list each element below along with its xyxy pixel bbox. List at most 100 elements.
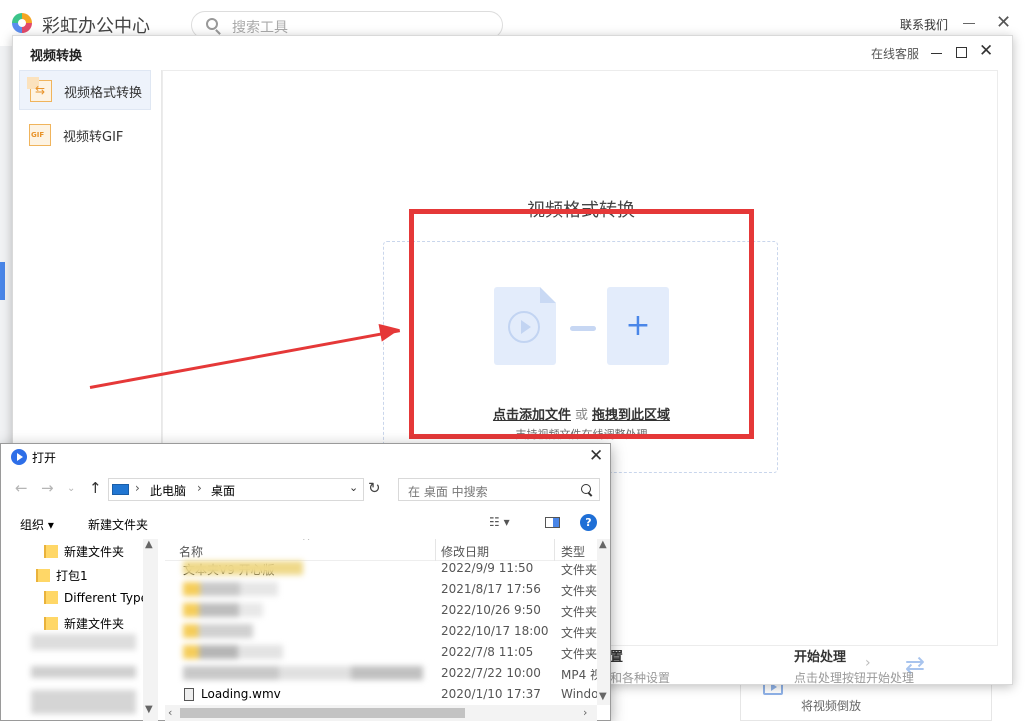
scroll-right-icon[interactable]: › [583,706,587,719]
scroll-down-icon[interactable]: ▼ [145,704,153,715]
file-date: 2022/7/22 10:00 [441,666,541,680]
tool-search-placeholder: 搜索工具 [232,20,288,36]
file-list-horizontal-scrollbar[interactable]: ‹ › [165,705,597,721]
scroll-left-icon[interactable]: ‹ [168,706,172,719]
tree-item[interactable]: 打包1 [36,567,88,584]
step-settings: 置 和各种设置 [610,646,670,686]
tree-item[interactable]: Different Type [44,591,148,605]
dialog-toolbar: 组织 ▾ 新建文件夹 ☷ ▾ ? [1,510,610,536]
app-close-button[interactable]: ✕ [996,14,1011,32]
annotation-highlight-box [409,209,754,439]
help-icon[interactable]: ? [580,514,597,531]
file-type: Windo [561,687,597,701]
preview-pane-icon[interactable] [545,517,560,528]
file-date: 2022/9/9 11:50 [441,561,534,575]
breadcrumb-separator: › [197,481,202,495]
sidebar-item-video-format[interactable]: 视频格式转换 [19,70,151,110]
sidebar-item-label: 视频转GIF [63,130,124,145]
contact-us-link[interactable]: 联系我们 [900,16,948,33]
breadcrumb-this-pc[interactable]: 此电脑 [150,482,186,499]
scroll-up-icon[interactable]: ▲ [145,539,153,550]
breadcrumb-desktop[interactable]: 桌面 [211,482,235,499]
scroll-down-icon[interactable]: ▼ [599,691,607,702]
tree-item-label: 新建文件夹 [64,617,125,631]
redacted-filename [183,624,253,638]
dialog-search-input[interactable]: 在 桌面 中搜索 [398,478,600,501]
redacted-filename [183,582,278,596]
step-title: 置 [610,650,624,665]
breadcrumb-separator: › [135,481,140,495]
file-date: 2022/10/26 9:50 [441,603,541,617]
dialog-search-placeholder: 在 桌面 中搜索 [408,485,488,499]
app-minimize-button[interactable] [963,23,975,24]
sort-ascending-icon: ^ [302,539,311,547]
refresh-icon[interactable]: ↻ [368,479,381,497]
step-start-processing: 开始处理 点击处理按钮开始处理 [794,646,914,686]
online-service-link[interactable]: 在线客服 [871,45,919,62]
step-title: 开始处理 [794,650,847,665]
redacted-filename [183,561,303,575]
gif-icon [29,124,51,146]
table-row[interactable]: Loading.wmv 2020/1/10 17:37 Windo [165,684,597,705]
file-name: Loading.wmv [201,687,281,701]
app-icon [11,449,27,465]
up-arrow-icon[interactable]: ↑ [89,479,102,497]
convert-icon [27,77,52,102]
file-date: 2022/7/8 11:05 [441,645,534,659]
computer-icon [112,484,129,495]
file-date: 2022/10/17 18:00 [441,624,549,638]
tree-item-label: Different Type [64,591,148,605]
file-date: 2020/1/10 17:37 [441,687,541,701]
new-folder-button[interactable]: 新建文件夹 [88,516,148,533]
folder-icon [44,617,58,630]
redacted-filename [183,603,263,617]
dialog-close-button[interactable]: ✕ [589,446,603,466]
file-type: 文件夹 [561,626,597,640]
reverse-video-label: 将视频倒放 [801,699,862,713]
open-file-dialog: 打开 ✕ ← → ⌄ ↑ › 此电脑 › 桌面 ⌄ ↻ 在 桌面 中搜索 组织 … [0,443,611,721]
window-title: 视频转换 [30,49,83,64]
organize-menu-button[interactable]: 组织 ▾ [20,516,54,533]
folder-tree: 新建文件夹 打包1 Different Type 新建文件夹 ▲ ▼ [1,539,159,721]
window-close-button[interactable]: ✕ [979,41,993,61]
search-icon [581,484,591,494]
window-minimize-button[interactable] [931,53,942,54]
folder-icon [44,591,58,604]
redacted-tree-items [31,634,136,714]
address-bar[interactable]: › 此电脑 › 桌面 ⌄ [108,478,364,501]
step-subtitle: 和各种设置 [610,671,671,685]
step-subtitle: 点击处理按钮开始处理 [794,671,915,685]
file-type: 文件夹 [561,584,597,598]
search-icon [206,18,218,30]
chevron-down-icon[interactable]: ⌄ [349,481,358,494]
wmv-file-icon [184,688,194,701]
tree-item-label: 新建文件夹 [64,545,125,559]
file-type: 文件夹 [561,563,597,577]
redacted-filename [183,645,283,659]
rainbow-logo-icon [12,13,32,33]
tree-item[interactable]: 新建文件夹 [44,543,124,560]
redacted-filename [183,666,423,680]
file-date: 2021/8/17 17:56 [441,582,541,596]
sidebar-item-video-gif[interactable]: 视频转GIF [19,115,151,155]
folder-icon [44,545,58,558]
tree-scrollbar[interactable]: ▲ ▼ [143,539,158,721]
dialog-navigation-bar: ← → ⌄ ↑ › 此电脑 › 桌面 ⌄ ↻ 在 桌面 中搜索 [1,476,610,504]
sidebar-item-label: 视频格式转换 [64,86,143,101]
file-list-vertical-scrollbar[interactable]: ▲ ▼ [597,539,610,705]
file-type: 文件夹 [561,605,597,619]
file-type: 文件夹 [561,647,597,661]
recent-locations-chevron-icon[interactable]: ⌄ [67,483,75,494]
folder-icon [36,569,50,582]
annotation-arrow-head [378,320,402,342]
scrollbar-thumb[interactable] [180,708,465,718]
view-options-icon[interactable]: ☷ ▾ [489,515,510,529]
app-sidebar-active-indicator [0,262,5,300]
dialog-titlebar: 打开 ✕ [1,444,610,470]
dialog-title: 打开 [32,451,57,465]
tree-item[interactable]: 新建文件夹 [44,615,124,632]
forward-arrow-icon[interactable]: → [41,479,54,497]
window-maximize-button[interactable] [956,47,967,58]
back-arrow-icon[interactable]: ← [15,479,28,497]
scroll-up-icon[interactable]: ▲ [599,539,607,550]
